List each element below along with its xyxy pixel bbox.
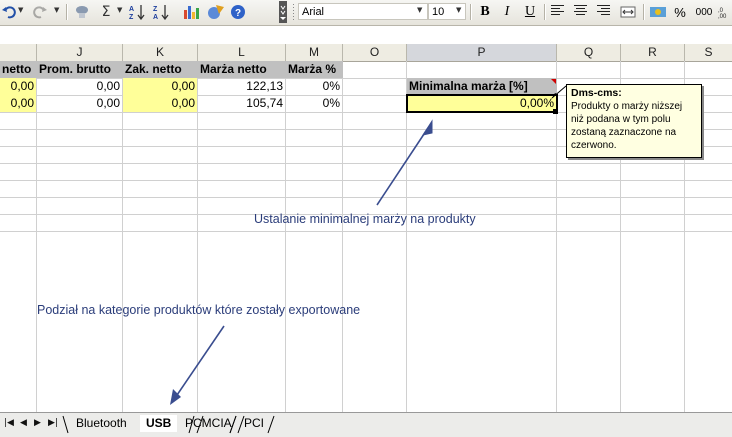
first-sheet-icon[interactable]: |◀ — [4, 418, 14, 428]
sheet-tab-bluetooth[interactable]: Bluetooth — [70, 415, 133, 432]
prev-sheet-icon[interactable]: ◀ — [20, 418, 27, 428]
annotation-categories: Podział na kategorie produktów które zos… — [37, 303, 361, 317]
arrow-to-sheet-tabs — [170, 325, 225, 405]
sheet-tab-pci[interactable]: PCI — [238, 415, 270, 432]
arrow-to-min-margin — [376, 119, 433, 206]
annotation-min-margin: Ustalanie minimalnej marży na produkty — [254, 212, 476, 226]
last-sheet-icon[interactable]: ▶| — [48, 418, 58, 428]
sheet-tab-bar: |◀ ◀ ▶ ▶| Bluetooth USB PCMCIA PCI — [0, 412, 732, 437]
sheet-tab-pcmcia[interactable]: PCMCIA — [179, 415, 238, 432]
next-sheet-icon[interactable]: ▶ — [34, 418, 41, 428]
sheet-tab-usb[interactable]: USB — [140, 415, 178, 432]
